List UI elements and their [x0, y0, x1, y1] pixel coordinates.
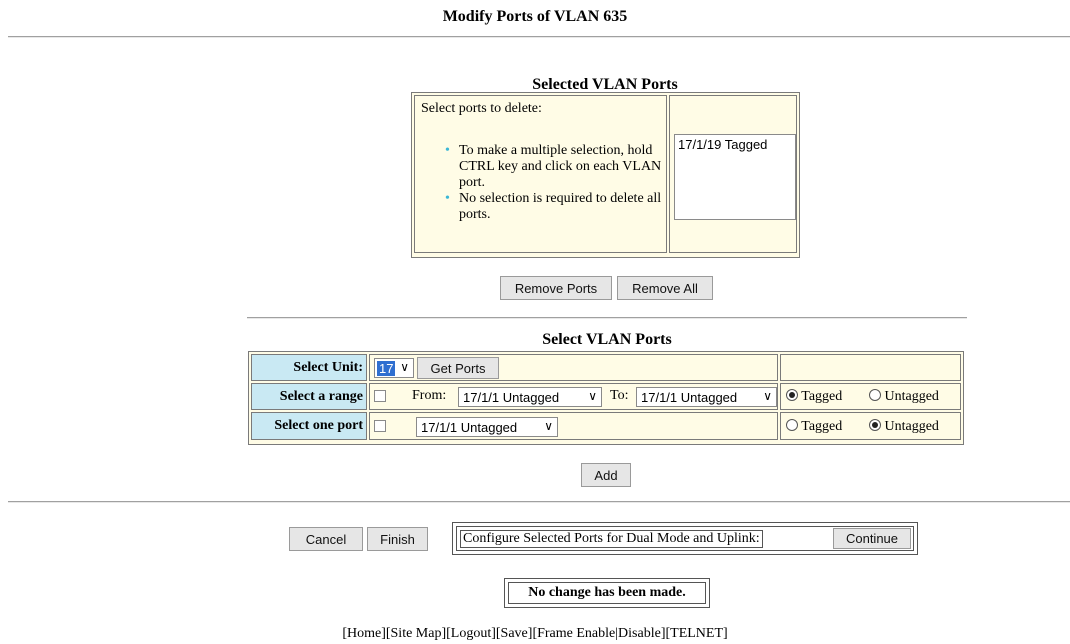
tip-item: • To make a multiple selection, hold CTR…: [445, 143, 667, 191]
continue-button[interactable]: Continue: [833, 528, 911, 549]
unit-select[interactable]: 17 ∨: [374, 358, 414, 378]
get-ports-button[interactable]: Get Ports: [417, 357, 499, 379]
select-one-port-cell: 17/1/1 Untagged ∨: [369, 412, 778, 440]
one-tagged-text: Tagged: [801, 419, 843, 434]
tip-text: To make a multiple selection, hold CTRL …: [459, 143, 662, 190]
bullet-icon: •: [445, 191, 450, 206]
list-item[interactable]: 17/1/19 Tagged: [678, 137, 792, 152]
dual-mode-box: Configure Selected Ports for Dual Mode a…: [452, 522, 918, 555]
radio-unselected[interactable]: [869, 389, 881, 401]
from-label: From:: [412, 388, 447, 403]
selected-ports-panel: Select ports to delete: • To make a mult…: [411, 92, 800, 258]
select-ports-table: Select Unit: 17 ∨ Get Ports Select a ran…: [248, 351, 964, 445]
radio-unselected[interactable]: [786, 419, 798, 431]
from-selected-value: 17/1/1 Untagged: [463, 389, 560, 405]
save-link[interactable]: [Save]: [496, 626, 533, 641]
footer-links: [Home][Site Map][Logout][Save][Frame Ena…: [0, 626, 1070, 642]
divider-bottom: [8, 501, 1070, 503]
select-ports-heading: Select VLAN Ports: [542, 331, 672, 348]
chevron-down-icon: ∨: [544, 419, 553, 433]
site-map-link[interactable]: [Site Map]: [386, 626, 446, 641]
status-message: No change has been made.: [508, 582, 706, 604]
radio-selected[interactable]: [869, 419, 881, 431]
range-untagged-text: Untagged: [884, 389, 939, 404]
to-selected-value: 17/1/1 Untagged: [641, 389, 738, 405]
select-range-cell: From: 17/1/1 Untagged ∨ To: 17/1/1 Untag…: [369, 383, 778, 410]
chevron-down-icon: ∨: [763, 389, 772, 403]
one-port-checkbox[interactable]: [374, 420, 386, 432]
home-link[interactable]: [Home]: [342, 626, 386, 641]
delete-instruction: Select ports to delete:: [421, 101, 542, 116]
frame-disable-link[interactable]: Disable]: [618, 626, 665, 641]
one-tagged-option[interactable]: Tagged: [786, 419, 842, 435]
range-tagged-text: Tagged: [801, 389, 843, 404]
instructions-cell: Select ports to delete: • To make a mult…: [414, 95, 667, 253]
finish-button[interactable]: Finish: [367, 527, 428, 551]
to-label: To:: [610, 388, 629, 403]
one-port-select[interactable]: 17/1/1 Untagged ∨: [416, 417, 558, 437]
status-box: No change has been made.: [504, 578, 710, 608]
tip-item: • No selection is required to delete all…: [445, 191, 667, 223]
range-untagged-option[interactable]: Untagged: [869, 389, 939, 405]
telnet-link[interactable]: [TELNET]: [665, 626, 727, 641]
select-unit-label: Select Unit:: [251, 354, 367, 381]
chevron-down-icon: ∨: [400, 360, 409, 374]
page-title: Modify Ports of VLAN 635: [442, 8, 628, 25]
logout-link[interactable]: [Logout]: [446, 626, 496, 641]
one-untagged-option[interactable]: Untagged: [869, 419, 939, 435]
selected-ports-listbox[interactable]: 17/1/19 Tagged: [674, 134, 796, 220]
radio-selected[interactable]: [786, 389, 798, 401]
bullet-icon: •: [445, 143, 450, 158]
one-untagged-text: Untagged: [884, 419, 939, 434]
range-tagged-option[interactable]: Tagged: [786, 389, 842, 405]
frame-enable-link[interactable]: [Frame Enable: [532, 626, 615, 641]
range-from-select[interactable]: 17/1/1 Untagged ∨: [458, 387, 602, 407]
divider-top: [8, 36, 1070, 38]
select-unit-cell: 17 ∨ Get Ports: [369, 354, 778, 381]
divider-mid: [247, 317, 967, 319]
one-port-mode-cell: Tagged Untagged: [780, 412, 961, 440]
dual-mode-text: Configure Selected Ports for Dual Mode a…: [460, 530, 763, 548]
tip-text: No selection is required to delete all p…: [459, 191, 662, 222]
cancel-button[interactable]: Cancel: [289, 527, 363, 551]
range-checkbox[interactable]: [374, 390, 386, 402]
ports-list-cell: 17/1/19 Tagged: [669, 95, 797, 253]
unit-selected-value: 17: [377, 360, 396, 376]
tips-list: • To make a multiple selection, hold CTR…: [445, 143, 667, 223]
select-range-label: Select a range: [251, 383, 367, 410]
range-mode-cell: Tagged Untagged: [780, 383, 961, 410]
range-to-select[interactable]: 17/1/1 Untagged ∨: [636, 387, 777, 407]
chevron-down-icon: ∨: [588, 389, 597, 403]
remove-ports-button[interactable]: Remove Ports: [500, 276, 612, 300]
add-button[interactable]: Add: [581, 463, 631, 487]
remove-all-button[interactable]: Remove All: [617, 276, 713, 300]
empty-cell: [780, 354, 961, 381]
one-port-selected-value: 17/1/1 Untagged: [421, 419, 518, 435]
select-one-port-label: Select one port: [251, 412, 367, 440]
dual-mode-inner: Configure Selected Ports for Dual Mode a…: [456, 526, 914, 551]
